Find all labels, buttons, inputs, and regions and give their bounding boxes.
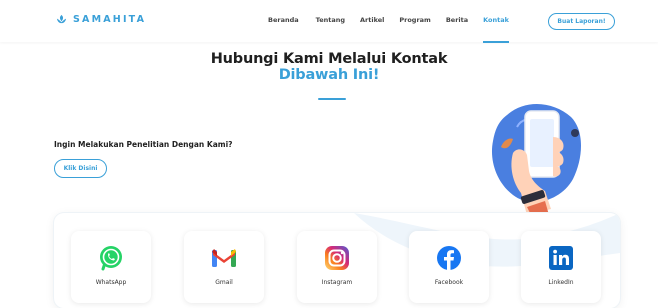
nav-item-program[interactable]: Program	[399, 16, 430, 24]
navbar: SAMAHITA Beranda Tentang Artikel Program…	[0, 0, 658, 43]
page-subtitle: Dibawah Ini!	[278, 67, 380, 83]
title-divider	[318, 98, 346, 100]
report-button[interactable]: Buat Laporan!	[548, 13, 615, 30]
lotus-logo-icon	[56, 14, 67, 24]
click-here-button[interactable]: Klik Disini	[54, 159, 107, 178]
nav-item-berita[interactable]: Berita	[446, 16, 468, 24]
brand-logo[interactable]: SAMAHITA	[56, 14, 146, 25]
whatsapp-icon	[100, 246, 122, 271]
contact-label: Gmail	[215, 279, 233, 286]
nav-item-beranda[interactable]: Beranda	[268, 16, 299, 24]
contact-label: LinkedIn	[548, 279, 574, 286]
gmail-icon	[212, 249, 236, 267]
instagram-icon	[325, 246, 349, 270]
contact-card-whatsapp[interactable]: WhatsApp	[71, 231, 151, 303]
nav-item-artikel[interactable]: Artikel	[360, 16, 384, 24]
contact-label: Instagram	[321, 279, 353, 286]
contact-card-facebook[interactable]: Facebook	[409, 231, 489, 303]
contact-strip: WhatsApp Gmail Instagram Facebook Linked…	[54, 213, 620, 308]
nav-item-tentang[interactable]: Tentang	[316, 16, 345, 24]
nav-item-kontak[interactable]: Kontak	[483, 16, 509, 43]
linkedin-icon	[549, 246, 573, 270]
contact-card-instagram[interactable]: Instagram	[297, 231, 377, 303]
brand-name: SAMAHITA	[73, 14, 147, 25]
main-nav: Beranda Tentang Artikel Program Berita K…	[268, 16, 509, 43]
phone-hand-illustration	[491, 103, 581, 215]
contact-label: WhatsApp	[95, 279, 127, 286]
page-title: Hubungi Kami Melalui Kontak	[210, 51, 448, 67]
research-question: Ingin Melakukan Penelitian Dengan Kami?	[54, 140, 233, 149]
contact-label: Facebook	[434, 279, 464, 286]
facebook-icon	[437, 246, 461, 270]
contact-card-linkedin[interactable]: LinkedIn	[521, 231, 601, 303]
contact-card-gmail[interactable]: Gmail	[184, 231, 264, 303]
